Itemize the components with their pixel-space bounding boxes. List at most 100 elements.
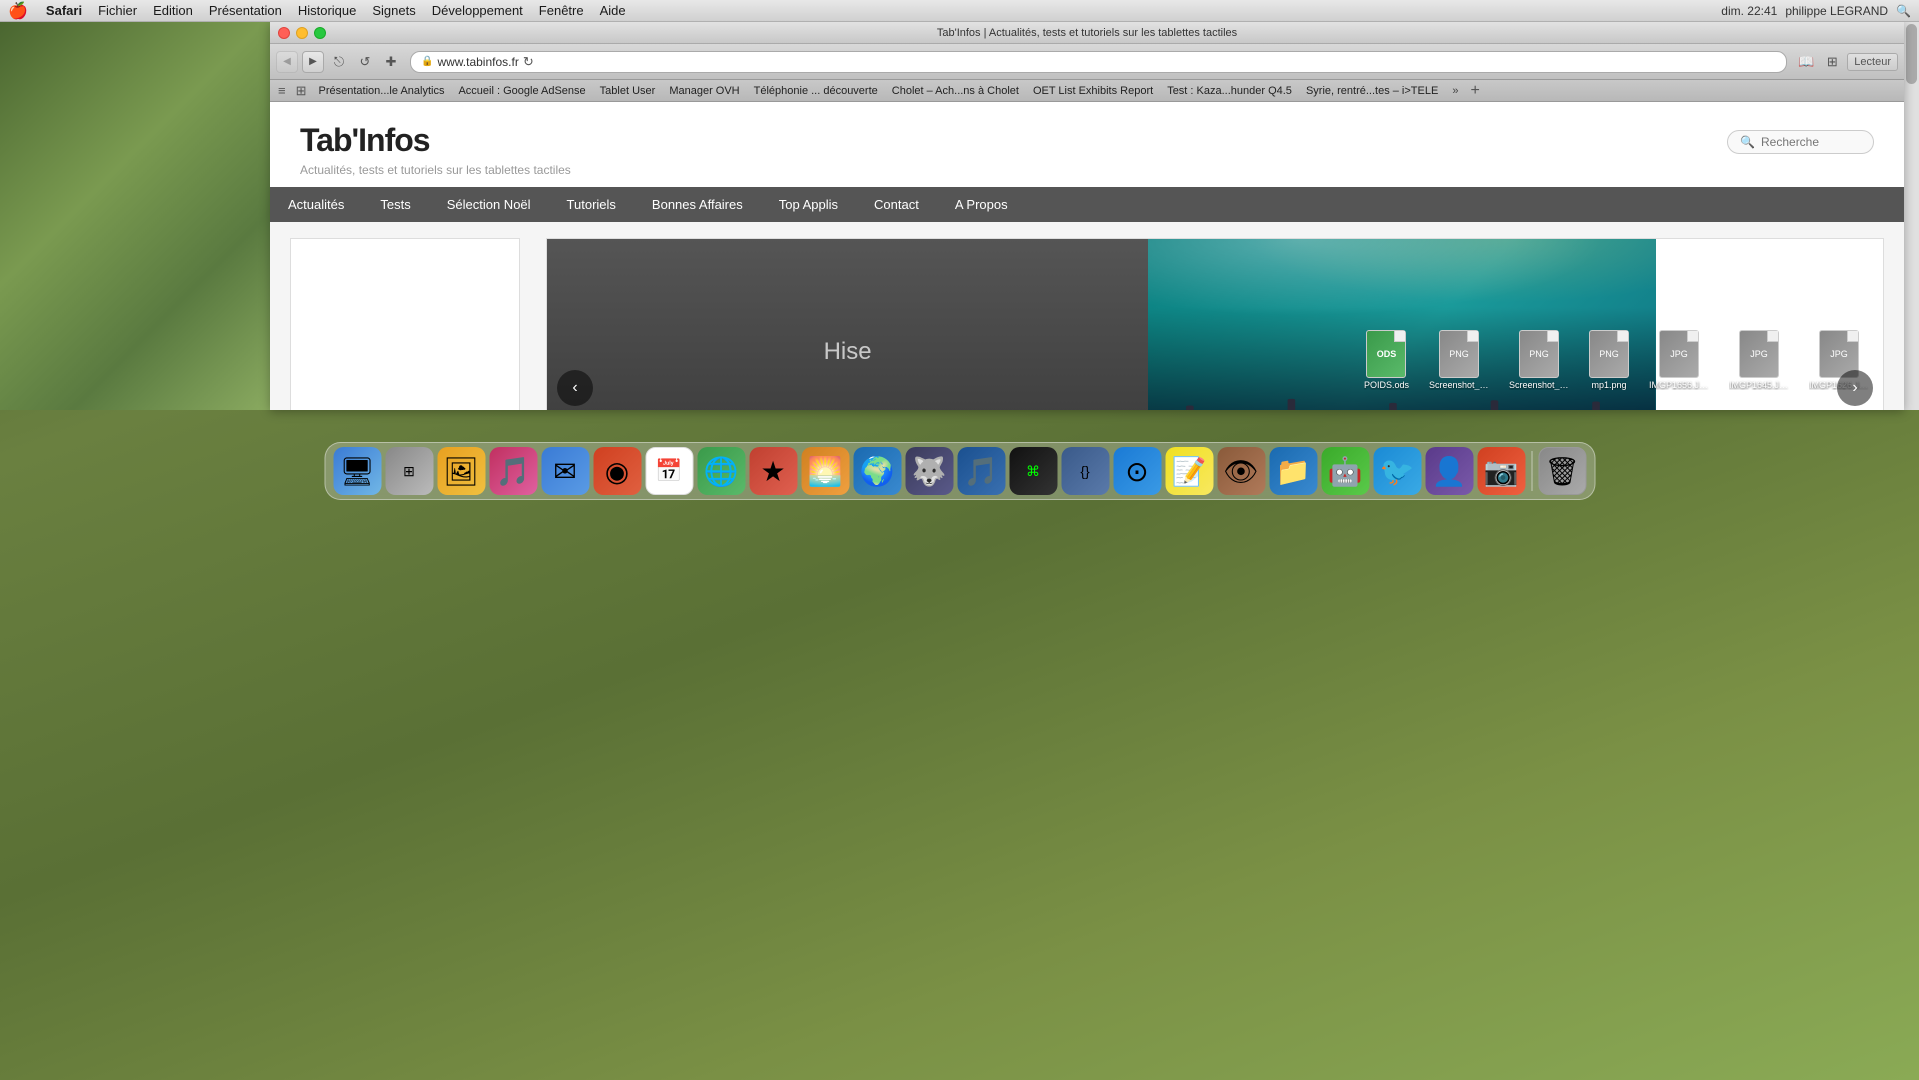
file-label-screenshot1: Screenshot_201 4-03-...-55.png	[1429, 380, 1489, 390]
dock-earth-browser[interactable]: 🌍	[853, 447, 901, 495]
file-icon-screenshot1: PNG	[1439, 330, 1479, 378]
dock-terminal-app[interactable]: ⌘	[1009, 447, 1057, 495]
dock-folders-app[interactable]: 📁	[1269, 447, 1317, 495]
apple-menu[interactable]: 🍎	[8, 1, 28, 21]
dock-mail[interactable]: ✉	[541, 447, 589, 495]
menubar-safari[interactable]: Safari	[38, 3, 90, 18]
file-icon-imgp1645: JPG	[1739, 330, 1779, 378]
grid-icon[interactable]: ⊞	[1821, 51, 1843, 73]
dock-android-app[interactable]: 🤖	[1321, 447, 1369, 495]
file-label-imgp1645: IMGP1645.JPG	[1729, 380, 1789, 390]
forward-button[interactable]: ▶	[302, 51, 324, 73]
bookmark-syrie[interactable]: Syrie, rentré...tes – i>TELE	[1300, 84, 1444, 98]
minimize-button[interactable]	[296, 27, 308, 39]
file-label-mp1: mp1.png	[1591, 380, 1626, 390]
bookmarks-icon[interactable]: 📖	[1795, 51, 1817, 73]
nav-tutoriels[interactable]: Tutoriels	[549, 187, 634, 222]
grid-view-icon[interactable]: ⊞	[292, 83, 311, 99]
scrollbar-thumb[interactable]	[1906, 24, 1917, 84]
bookmark-cholet[interactable]: Cholet – Ach...ns à Cholet	[886, 84, 1025, 98]
bookmark-test[interactable]: Test : Kaza...hunder Q4.5	[1161, 84, 1298, 98]
dock-safari-app[interactable]: ⊙	[1113, 447, 1161, 495]
menubar-signets[interactable]: Signets	[364, 3, 423, 18]
dock-globe[interactable]: 🌐	[697, 447, 745, 495]
dock-gallery[interactable]: 🖼	[437, 447, 485, 495]
file-mp1[interactable]: PNG mp1.png	[1589, 330, 1629, 390]
menubar-fichier[interactable]: Fichier	[90, 3, 145, 18]
bookmark-ovh[interactable]: Manager OVH	[663, 84, 745, 98]
dock-star-app[interactable]: ★	[749, 447, 797, 495]
dock-code-editor[interactable]: {}	[1061, 447, 1109, 495]
dock-trash[interactable]: 🗑	[1538, 447, 1586, 495]
bookmarks-more[interactable]: »	[1446, 85, 1464, 97]
bookmark-adsense[interactable]: Accueil : Google AdSense	[452, 84, 591, 98]
dock-music-player[interactable]: 🎵	[957, 447, 1005, 495]
close-button[interactable]	[278, 27, 290, 39]
menubar-presentation[interactable]: Présentation	[201, 3, 290, 18]
search-input[interactable]	[1761, 135, 1861, 149]
site-header: Tab'Infos Actualités, tests et tutoriels…	[270, 102, 1904, 187]
nav-bonnes-affaires[interactable]: Bonnes Affaires	[634, 187, 761, 222]
menubar-user: philippe LEGRAND	[1785, 4, 1888, 18]
file-icon-imgp1656: JPG	[1659, 330, 1699, 378]
nav-actualites[interactable]: Actualités	[270, 187, 362, 222]
dock: 🖥 ⊞ 🖼 🎵 ✉ ◉ 📅 🌐 ★ 🌅 🌍 🐺 🎵 ⌘ {} ⊙ 📝 👁 📁 🤖…	[324, 442, 1595, 500]
new-tab-icon[interactable]: ✚	[380, 51, 402, 73]
menubar-edition[interactable]: Edition	[145, 3, 201, 18]
menubar-aide[interactable]: Aide	[592, 3, 634, 18]
file-screenshot2[interactable]: PNG Screenshot_201 4-03-...-07.png	[1509, 330, 1569, 390]
nav-tests[interactable]: Tests	[362, 187, 428, 222]
dock-wolf-app[interactable]: 🐺	[905, 447, 953, 495]
file-poids[interactable]: ODS POIDS.ods	[1364, 330, 1409, 390]
carousel-next-button[interactable]: ›	[1837, 370, 1873, 406]
file-screenshot1[interactable]: PNG Screenshot_201 4-03-...-55.png	[1429, 330, 1489, 390]
search-box[interactable]: 🔍	[1727, 130, 1874, 154]
dock-finder[interactable]: 🖥	[333, 447, 381, 495]
menubar-right: dim. 22:41 philippe LEGRAND 🔍	[1721, 4, 1911, 18]
menubar-fenetre[interactable]: Fenêtre	[531, 3, 592, 18]
refresh-button[interactable]: ↻	[523, 54, 534, 70]
bookmarks-toggle-icon[interactable]: ≡	[274, 83, 290, 98]
dock-omnifocus[interactable]: ◉	[593, 447, 641, 495]
bookmarks-bar: ≡ ⊞ Présentation...le Analytics Accueil …	[270, 80, 1904, 102]
dock-notes-app[interactable]: 📝	[1165, 447, 1213, 495]
nav-selection-noel[interactable]: Sélection Noël	[429, 187, 549, 222]
dock-photos-app[interactable]: 📷	[1477, 447, 1525, 495]
bookmark-oet[interactable]: OET List Exhibits Report	[1027, 84, 1159, 98]
file-icon-mp1: PNG	[1589, 330, 1629, 378]
back-button[interactable]: ◀	[276, 51, 298, 73]
dock-img-viewer[interactable]: 🌅	[801, 447, 849, 495]
file-label-imgp1656: IMGP1656.JPG	[1649, 380, 1709, 390]
reader-button[interactable]: Lecteur	[1847, 53, 1898, 71]
bookmark-telephonie[interactable]: Téléphonie ... découverte	[748, 84, 884, 98]
share-icon[interactable]: ⎋	[328, 51, 350, 73]
site-title: Tab'Infos	[300, 122, 571, 159]
file-label-poids: POIDS.ods	[1364, 380, 1409, 390]
dock-separator	[1531, 451, 1532, 491]
bookmark-add-button[interactable]: +	[1466, 82, 1483, 100]
nav-contact[interactable]: Contact	[856, 187, 937, 222]
carousel-prev-button[interactable]: ‹	[557, 370, 593, 406]
dock-launchpad[interactable]: ⊞	[385, 447, 433, 495]
menubar-historique[interactable]: Historique	[290, 3, 365, 18]
dock-user-app[interactable]: 👤	[1425, 447, 1473, 495]
menubar-dev[interactable]: Développement	[424, 3, 531, 18]
dock-calendar[interactable]: 📅	[645, 447, 693, 495]
nav-top-applis[interactable]: Top Applis	[761, 187, 856, 222]
bookmark-presentation[interactable]: Présentation...le Analytics	[313, 84, 451, 98]
maximize-button[interactable]	[314, 27, 326, 39]
address-bar[interactable]: 🔒 www.tabinfos.fr ↻	[410, 51, 1787, 73]
desktop-files: ODS POIDS.ods PNG Screenshot_201 4-03-..…	[0, 320, 1919, 400]
search-icon: 🔍	[1740, 135, 1755, 149]
menubar-search-icon[interactable]: 🔍	[1896, 4, 1911, 18]
nav-a-propos[interactable]: A Propos	[937, 187, 1026, 222]
bookmark-tablet[interactable]: Tablet User	[594, 84, 662, 98]
reload-icon[interactable]: ↺	[354, 51, 376, 73]
dock-twitter-app[interactable]: 🐦	[1373, 447, 1421, 495]
file-imgp1645[interactable]: JPG IMGP1645.JPG	[1729, 330, 1789, 390]
file-imgp1656[interactable]: JPG IMGP1656.JPG	[1649, 330, 1709, 390]
dock-preview-app[interactable]: 👁	[1217, 447, 1265, 495]
lock-icon: 🔒	[421, 56, 433, 67]
window-controls[interactable]	[278, 27, 326, 39]
dock-itunes[interactable]: 🎵	[489, 447, 537, 495]
